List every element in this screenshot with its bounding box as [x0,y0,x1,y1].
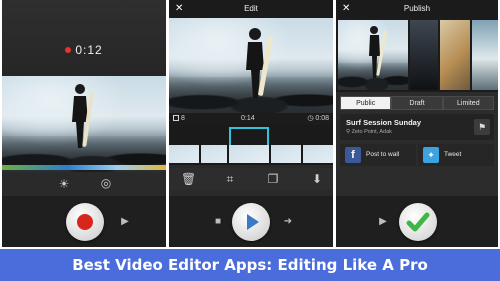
clip-thumbnail[interactable] [303,127,333,163]
record-button[interactable] [66,203,104,241]
close-icon[interactable]: ✕ [342,0,350,18]
facebook-share-button[interactable]: f Post to wall [340,144,416,166]
clip-thumbnail[interactable] [271,127,301,163]
play-icon [247,214,259,230]
facebook-label: Post to wall [366,151,400,158]
checkmark-icon [406,212,430,232]
video-camera-icon: ■ [214,216,222,227]
clip-image [169,145,199,163]
recorder-controls: ▶ [2,196,166,247]
thumbnail-strip [336,18,498,92]
camera-button[interactable]: ■ [207,211,229,233]
arrow-right-icon: ➜ [283,216,293,227]
tab-draft[interactable]: Draft [391,96,443,110]
recorder-screen: 0:12 ☀ ◎ ▶ [2,0,166,247]
clip-image [271,145,301,163]
clip-length: 0:08 [315,115,329,122]
play-button[interactable]: ▶ [372,211,394,233]
play-icon: ▶ [121,216,129,227]
surfer-figure [246,28,273,98]
play-icon: ▶ [379,216,387,227]
clip-image [229,145,269,163]
close-icon[interactable]: ✕ [175,0,183,18]
clip-thumbnail[interactable] [201,127,227,163]
recording-timer: 0:12 [2,43,166,57]
video-details[interactable]: Surf Session Sunday ⚲ Zeto Point, Adak ⚑ [340,114,494,140]
editor-controls: ■ ➜ [169,196,333,247]
camera-viewfinder-top [2,0,166,76]
clip-length-group: ◷ 0:08 [307,113,329,125]
timeline-strip [2,165,166,170]
delete-icon[interactable]: 🗑 [181,172,196,186]
editor-screen: ✕ Edit 8 0:14 ◷ 0:08 🗑 ⌗ ❐ ⬇ ■ ➜ [169,0,333,247]
video-title[interactable]: Surf Session Sunday [346,118,421,127]
map-pin-icon: ⚑ [477,122,487,132]
play-button[interactable]: ▶ [114,211,136,233]
publish-confirm-button[interactable] [399,203,437,241]
publish-screen: ✕ Publish Public Draft Limited Surf Sess… [336,0,498,247]
thumbnail[interactable] [472,20,498,90]
publish-controls: ▶ [336,196,498,247]
selected-clip-thumbnail[interactable] [229,127,269,163]
next-button[interactable]: ➜ [277,211,299,233]
tab-public[interactable]: Public [340,96,392,110]
visibility-tabs: Public Draft Limited [340,96,494,110]
location-button[interactable]: ⚑ [474,119,490,135]
recorder-toolbar: ☀ ◎ [2,172,166,196]
recording-time-text: 0:12 [75,43,103,57]
save-icon[interactable]: ⬇ [311,172,323,186]
clip-thumbnail[interactable] [169,127,199,163]
tab-limited[interactable]: Limited [442,96,494,110]
clip-timeline[interactable] [169,125,333,165]
twitter-icon: ✦ [423,147,439,163]
flip-camera-icon[interactable]: ◎ [98,176,114,190]
thumbnail[interactable] [410,20,438,90]
facebook-icon: f [345,147,361,163]
surfer-figure [369,26,387,78]
recording-indicator-icon [65,47,72,53]
camera-preview [2,76,166,172]
thumbnail-image [410,20,438,90]
video-preview [169,18,333,113]
clip-count: 8 [181,115,185,122]
clip-image [303,145,333,163]
thumbnail[interactable] [440,20,470,90]
caption-banner: Best Video Editor Apps: Editing Like A P… [0,249,500,281]
edit-toolbar: 🗑 ⌗ ❐ ⬇ [169,168,333,190]
thumbnail-image [338,20,408,90]
duplicate-icon[interactable]: ❐ [267,172,279,186]
brightness-icon[interactable]: ☀ [57,177,71,191]
thumbnail-image [472,20,498,90]
play-button[interactable] [232,203,270,241]
current-time: 0:14 [241,115,255,122]
record-icon [77,214,93,230]
editor-header: ✕ Edit [169,0,333,18]
clip-image [201,145,227,163]
editor-title: Edit [244,4,258,13]
clip-count-icon [173,115,179,121]
thumbnail-image [440,20,470,90]
location-text: Zeto Point, Adak [351,129,392,135]
surfer-figure [72,84,94,148]
publish-header: ✕ Publish [336,0,498,18]
location-row: ⚲ Zeto Point, Adak [346,129,392,135]
twitter-label: Tweet [444,151,462,158]
twitter-share-button[interactable]: ✦ Tweet [418,144,494,166]
crop-icon[interactable]: ⌗ [224,172,236,187]
publish-title: Publish [403,4,431,13]
cover-thumbnail[interactable] [338,20,408,90]
timeline-info-bar: 8 0:14 ◷ 0:08 [169,113,333,125]
